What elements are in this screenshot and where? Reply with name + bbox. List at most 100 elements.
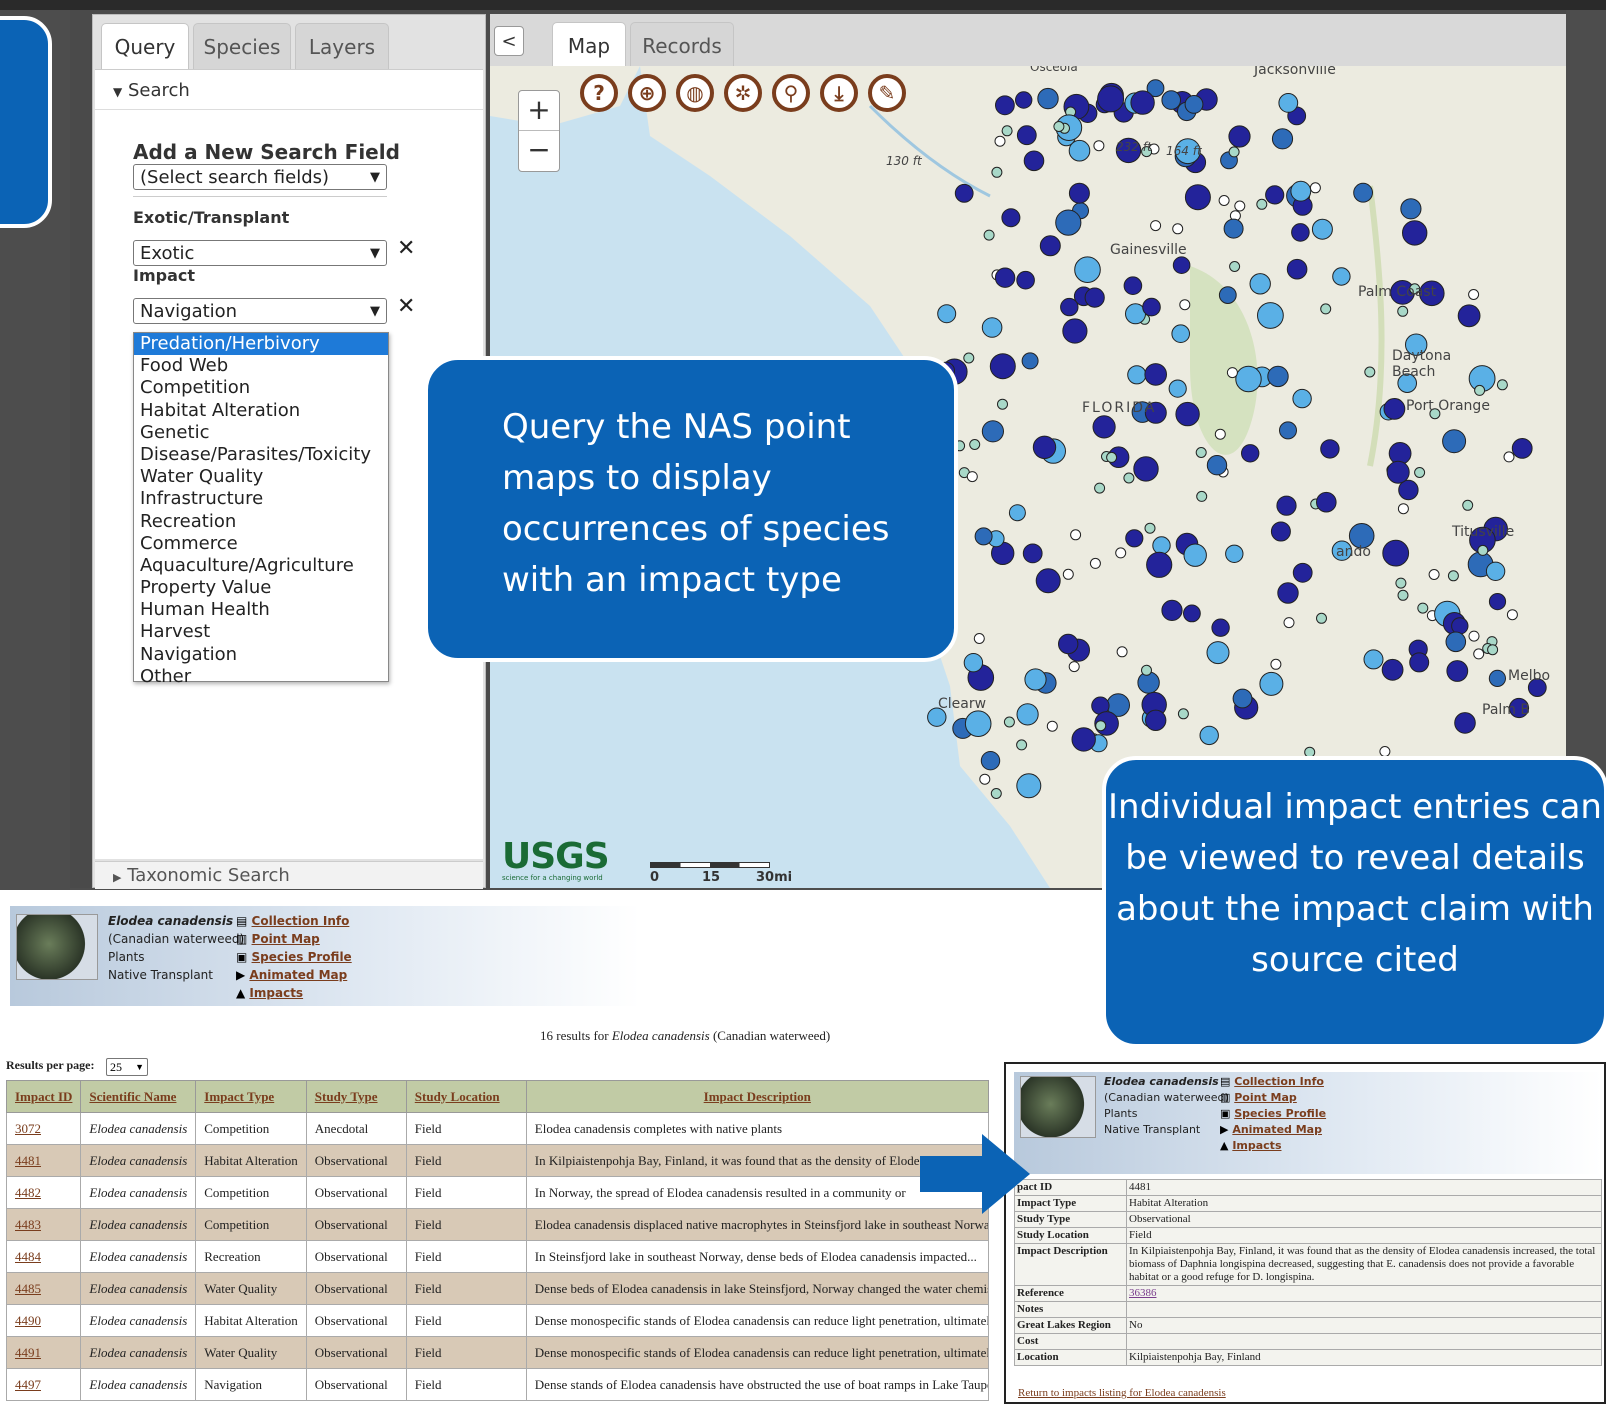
point-map-link[interactable]: Point Map xyxy=(1234,1091,1297,1104)
occurrence-point[interactable] xyxy=(1097,85,1125,113)
occurrence-point[interactable] xyxy=(1142,297,1161,317)
occurrence-point[interactable] xyxy=(1008,504,1026,522)
results-per-page-select[interactable]: 25 ▼ xyxy=(106,1058,148,1076)
occurrence-point[interactable] xyxy=(1286,258,1308,280)
occurrence-point[interactable] xyxy=(1016,125,1037,146)
occurrence-point[interactable] xyxy=(1228,125,1251,148)
occurrence-point[interactable] xyxy=(1402,220,1428,246)
occurrence-point[interactable] xyxy=(937,304,957,324)
remove-exotic-filter-icon[interactable]: ✕ xyxy=(397,236,415,261)
occurrence-point[interactable] xyxy=(1229,261,1241,272)
occurrence-point[interactable] xyxy=(1184,184,1211,211)
occurrence-point[interactable] xyxy=(1133,456,1159,482)
occurrence-point[interactable] xyxy=(979,773,991,785)
occurrence-point[interactable] xyxy=(1074,256,1101,283)
occurrence-point[interactable] xyxy=(1311,218,1333,240)
occurrence-point[interactable] xyxy=(1062,568,1074,580)
occurrence-point[interactable] xyxy=(1457,304,1481,328)
occurrence-point[interactable] xyxy=(1001,208,1021,228)
occurrence-point[interactable] xyxy=(1144,363,1168,386)
tab-query[interactable]: Query xyxy=(101,23,189,69)
occurrence-point[interactable] xyxy=(983,229,995,241)
occurrence-point[interactable] xyxy=(1218,195,1230,206)
occurrence-point[interactable] xyxy=(1309,182,1321,194)
occurrence-point[interactable] xyxy=(1060,297,1079,317)
occurrence-point[interactable] xyxy=(1039,235,1061,257)
occurrence-point[interactable] xyxy=(1383,398,1406,420)
occurrence-point[interactable] xyxy=(1353,182,1373,203)
impact-option[interactable]: Navigation xyxy=(134,644,388,666)
impact-option[interactable]: Other xyxy=(134,666,388,688)
occurrence-point[interactable] xyxy=(1022,543,1043,564)
occurrence-point[interactable] xyxy=(1070,529,1082,541)
impact-option[interactable]: Food Web xyxy=(134,355,388,377)
occurrence-point[interactable] xyxy=(964,710,992,738)
occurrence-point[interactable] xyxy=(1462,499,1474,511)
return-to-impacts-link[interactable]: Return to impacts listing for Elodea can… xyxy=(1018,1387,1226,1399)
occurrence-point[interactable] xyxy=(1417,602,1429,614)
occurrence-point[interactable] xyxy=(1106,451,1118,463)
occurrence-point[interactable] xyxy=(1058,633,1079,655)
impact-id-link[interactable]: 4491 xyxy=(5,1336,82,1369)
occurrence-point[interactable] xyxy=(1125,529,1144,548)
zoom-out-button[interactable]: − xyxy=(519,131,559,171)
column-header[interactable]: Impact Type xyxy=(195,1080,307,1113)
occurrence-point[interactable] xyxy=(1183,543,1207,567)
download-icon[interactable]: ⤓ xyxy=(820,74,858,112)
occurrence-point[interactable] xyxy=(1092,415,1116,439)
occurrence-point[interactable] xyxy=(1397,589,1409,601)
occurrence-point[interactable] xyxy=(1068,182,1090,204)
occurrence-point[interactable] xyxy=(1206,455,1228,476)
occurrence-point[interactable] xyxy=(1234,200,1246,212)
occurrence-point[interactable] xyxy=(1211,618,1230,637)
occurrence-point[interactable] xyxy=(1332,267,1351,286)
occurrence-point[interactable] xyxy=(1144,522,1156,534)
select-search-fields[interactable]: (Select search fields) ▼ xyxy=(133,164,387,190)
occurrence-point[interactable] xyxy=(1316,491,1337,513)
occurrence-point[interactable] xyxy=(969,439,981,450)
occurrence-point[interactable] xyxy=(1291,223,1310,242)
occurrence-point[interactable] xyxy=(1093,140,1105,152)
occurrence-point[interactable] xyxy=(1021,352,1039,370)
occurrence-point[interactable] xyxy=(1265,185,1285,205)
occurrence-point[interactable] xyxy=(1477,544,1489,556)
occurrence-point[interactable] xyxy=(1084,287,1105,308)
occurrence-point[interactable] xyxy=(1172,256,1191,274)
search-section-header[interactable]: ▼ Search xyxy=(95,70,483,110)
occurrence-point[interactable] xyxy=(1506,609,1518,621)
collapse-panel-button[interactable]: < xyxy=(494,26,524,56)
occurrence-point[interactable] xyxy=(1454,712,1476,734)
occurrence-point[interactable] xyxy=(1161,599,1183,622)
occurrence-point[interactable] xyxy=(1016,773,1042,799)
occurrence-point[interactable] xyxy=(981,420,1004,443)
occurrence-point[interactable] xyxy=(990,788,1002,799)
occurrence-point[interactable] xyxy=(1487,644,1499,656)
occurrence-point[interactable] xyxy=(1199,725,1219,746)
tab-species[interactable]: Species xyxy=(193,23,291,69)
impact-option[interactable]: Recreation xyxy=(134,511,388,533)
occurrence-point[interactable] xyxy=(1511,438,1533,459)
occurrence-point[interactable] xyxy=(1145,709,1167,731)
occurrence-point[interactable] xyxy=(1175,401,1200,427)
remove-impact-filter-icon[interactable]: ✕ xyxy=(397,294,415,319)
collection-info-link[interactable]: Collection Info xyxy=(252,914,350,928)
occurrence-point[interactable] xyxy=(1024,668,1047,691)
occurrence-point[interactable] xyxy=(1068,661,1080,673)
occurrence-point[interactable] xyxy=(1257,302,1284,329)
occurrence-point[interactable] xyxy=(1228,146,1240,158)
zoom-in-button[interactable]: + xyxy=(519,91,559,131)
occurrence-point[interactable] xyxy=(995,95,1015,116)
search-icon[interactable]: ⚲ xyxy=(772,74,810,112)
occurrence-point[interactable] xyxy=(1276,495,1297,516)
impact-option[interactable]: Infrastructure xyxy=(134,488,388,510)
occurrence-point[interactable] xyxy=(963,352,975,364)
impact-id-link[interactable]: 4485 xyxy=(5,1272,82,1305)
species-profile-link[interactable]: Species Profile xyxy=(252,950,352,964)
impact-id-link[interactable]: 3072 xyxy=(5,1112,82,1145)
edit-icon[interactable]: ✎ xyxy=(868,74,906,112)
occurrence-point[interactable] xyxy=(1015,91,1033,109)
occurrence-point[interactable] xyxy=(1152,536,1171,555)
occurrence-point[interactable] xyxy=(1037,87,1059,110)
occurrence-point[interactable] xyxy=(1171,324,1191,344)
occurrence-point[interactable] xyxy=(954,183,974,203)
